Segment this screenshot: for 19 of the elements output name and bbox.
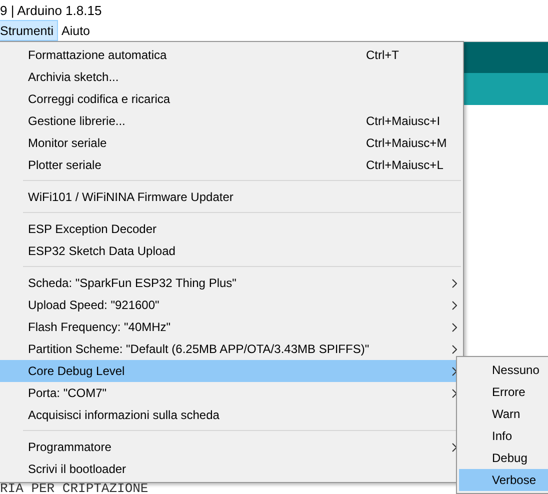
menu-item[interactable]: Gestione librerie... Ctrl+Maiusc+I [0, 110, 463, 132]
menu-item[interactable]: Plotter seriale Ctrl+Maiusc+L [0, 154, 463, 176]
submenu-item[interactable]: Verbose [459, 469, 548, 491]
menu-item[interactable]: WiFi101 / WiFiNINA Firmware Updater [0, 186, 463, 208]
menu-item[interactable]: Partition Scheme: "Default (6.25MB APP/OTA/3.43MB SPIFFS)" [0, 338, 463, 360]
menubar-item[interactable]: Aiuto [58, 20, 94, 41]
window-title: 9 | Arduino 1.8.15 [0, 2, 102, 18]
menu-item[interactable]: Formattazione automatica Ctrl+T [0, 44, 463, 66]
menu-item[interactable]: Monitor seriale Ctrl+Maiusc+M [0, 132, 463, 154]
code-line: RIA PER CRIPTAZIONE [0, 481, 148, 494]
menu-item[interactable]: ESP32 Sketch Data Upload [0, 240, 463, 262]
menu-item[interactable]: Archivia sketch... [0, 66, 463, 88]
menu-item[interactable]: Upload Speed: "921600" [0, 294, 463, 316]
menubar-item[interactable]: Strumenti [0, 20, 58, 41]
submenu-item[interactable]: Warn [459, 403, 548, 425]
menu-item[interactable]: ESP Exception Decoder [0, 218, 463, 240]
menu-item[interactable]: Correggi codifica e ricarica [0, 88, 463, 110]
menu-item[interactable]: Scheda: "SparkFun ESP32 Thing Plus" [0, 272, 463, 294]
menu-item[interactable]: Flash Frequency: "40MHz" [0, 316, 463, 338]
